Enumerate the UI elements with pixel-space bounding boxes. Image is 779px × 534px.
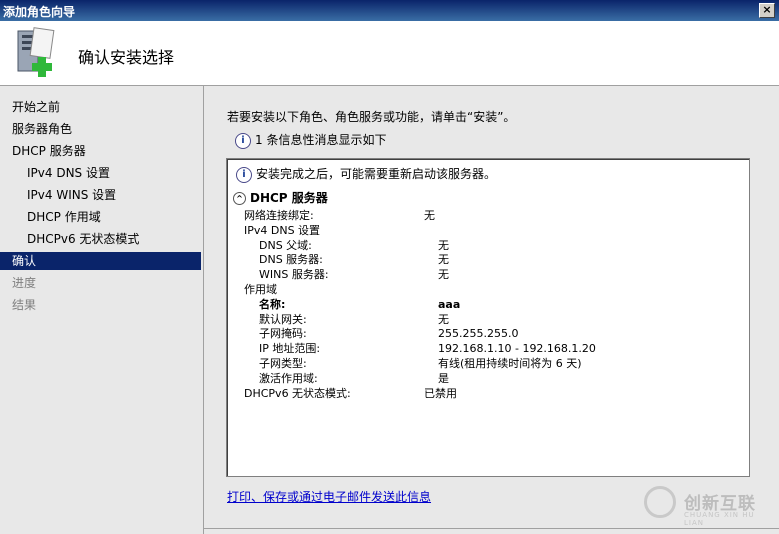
detail-row: DNS 父域: 无 (227, 238, 747, 253)
detail-row: 网络连接绑定: 无 (227, 208, 747, 223)
chevron-up-icon[interactable]: ^ (233, 192, 246, 205)
detail-value: 有线(租用持续时间将为 6 天) (438, 357, 582, 370)
detail-value: 无 (438, 268, 449, 282)
section-dhcp[interactable]: ^ DHCP 服务器 (233, 189, 328, 206)
sidebar-item[interactable]: 服务器角色 (0, 120, 201, 138)
detail-key: 默认网关: (259, 312, 307, 326)
sidebar-item[interactable]: DHCPv6 无状态模式 (0, 230, 201, 248)
detail-key: 作用域 (244, 283, 277, 296)
sidebar-item[interactable]: IPv4 WINS 设置 (0, 186, 201, 204)
sidebar-item-label: DHCP 服务器 (12, 144, 86, 158)
detail-value: 无 (424, 209, 435, 222)
info-summary: i 1 条信息性消息显示如下 (235, 131, 386, 149)
detail-value: 无 (438, 312, 449, 326)
sidebar-item-label: 服务器角色 (12, 122, 73, 136)
detail-value: 255.255.255.0 (438, 327, 519, 341)
detail-row: 子网类型: 有线(租用持续时间将为 6 天) (227, 356, 747, 371)
window-title: 添加角色向导 (3, 5, 76, 19)
detail-key: 网络连接绑定: (244, 209, 314, 222)
sidebar-item-label: DHCPv6 无状态模式 (27, 232, 140, 246)
details-panel[interactable]: i 安装完成之后，可能需要重新启动该服务器。 ^ DHCP 服务器 网络连接绑定: 无… (226, 158, 750, 477)
print-save-email-link[interactable]: 打印、保存或通过电子邮件发送此信息 (227, 488, 431, 505)
sidebar-item-label: 开始之前 (12, 100, 61, 114)
detail-key: 子网掩码: (259, 327, 307, 341)
detail-value: aaa (438, 297, 461, 311)
main-content: 若要安装以下角色、角色服务或功能，请单击“安装”。 i1 条信息性消息显示如下 … (204, 86, 779, 534)
detail-row: DHCPv6 无状态模式: 已禁用 (227, 386, 747, 401)
sidebar-item[interactable]: IPv4 DNS 设置 (0, 164, 201, 182)
detail-key: IP 地址范围: (259, 342, 321, 356)
detail-value: 192.168.1.10 - 192.168.1.20 (438, 342, 596, 356)
page-title: 确认安装选择 (78, 48, 175, 67)
detail-key: WINS 服务器: (259, 268, 329, 282)
intro-text: 若要安装以下角色、角色服务或功能，请单击“安装”。 (227, 110, 516, 124)
sidebar-item-label: IPv4 WINS 设置 (27, 188, 117, 202)
watermark-icon (644, 486, 676, 518)
detail-row: 名称: aaa (227, 297, 747, 312)
server-add-icon (17, 27, 55, 77)
detail-row: 默认网关: 无 (227, 312, 747, 327)
detail-row: 子网掩码: 255.255.255.0 (227, 326, 747, 341)
info-icon: i (236, 166, 252, 183)
info-icon: i (235, 132, 251, 149)
close-button[interactable]: × (759, 3, 775, 18)
restart-notice-label: 安装完成之后，可能需要重新启动该服务器。 (256, 167, 497, 181)
detail-row: IPv4 DNS 设置 (227, 223, 747, 238)
detail-row: DNS 服务器: 无 (227, 252, 747, 267)
sidebar-item[interactable]: 确认 (0, 252, 201, 270)
detail-key: 激活作用域: (259, 371, 318, 385)
detail-value: 已禁用 (424, 386, 457, 400)
detail-value: 是 (438, 371, 449, 385)
section-title: DHCP 服务器 (250, 191, 328, 205)
sidebar-item-label: 进度 (12, 276, 37, 290)
wizard-header: 确认安装选择 (0, 21, 779, 86)
detail-key: 子网类型: (259, 357, 307, 370)
sidebar-item-label: 确认 (12, 254, 37, 268)
sidebar-item: 进度 (0, 274, 201, 292)
restart-notice: i 安装完成之后，可能需要重新启动该服务器。 (236, 165, 496, 183)
sidebar-item-label: IPv4 DNS 设置 (27, 166, 110, 180)
wizard-nav: 开始之前服务器角色 DHCP 服务器 IPv4 DNS 设置 IPv4 WINS 设置… (0, 86, 204, 534)
sidebar-item-label: DHCP 作用域 (27, 210, 101, 224)
sidebar-item: 结果 (0, 296, 201, 314)
sidebar-item[interactable]: 开始之前 (0, 98, 201, 116)
sidebar-item[interactable]: DHCP 服务器 (0, 142, 201, 160)
detail-key: DNS 父域: (259, 238, 312, 252)
detail-row: 作用域 (227, 282, 747, 297)
detail-row: WINS 服务器: 无 (227, 267, 747, 282)
sidebar-item[interactable]: DHCP 作用域 (0, 208, 201, 226)
detail-row: IP 地址范围: 192.168.1.10 - 192.168.1.20 (227, 341, 747, 356)
watermark-subtext: CHUANG XIN HU LIAN (684, 511, 755, 527)
detail-key: 名称: (259, 297, 286, 311)
watermark-logo: 创新互联 CHUANG XIN HU LIAN (644, 484, 774, 527)
divider (204, 528, 779, 529)
title-bar: 添加角色向导 × (0, 0, 779, 21)
info-summary-label: 1 条信息性消息显示如下 (255, 133, 387, 147)
detail-row: 激活作用域: 是 (227, 371, 747, 386)
detail-key: DHCPv6 无状态模式: (244, 386, 351, 400)
detail-value: 无 (438, 253, 449, 267)
detail-key: IPv4 DNS 设置 (244, 223, 321, 237)
detail-value: 无 (438, 238, 449, 252)
detail-key: DNS 服务器: (259, 253, 323, 267)
sidebar-item-label: 结果 (12, 298, 37, 312)
